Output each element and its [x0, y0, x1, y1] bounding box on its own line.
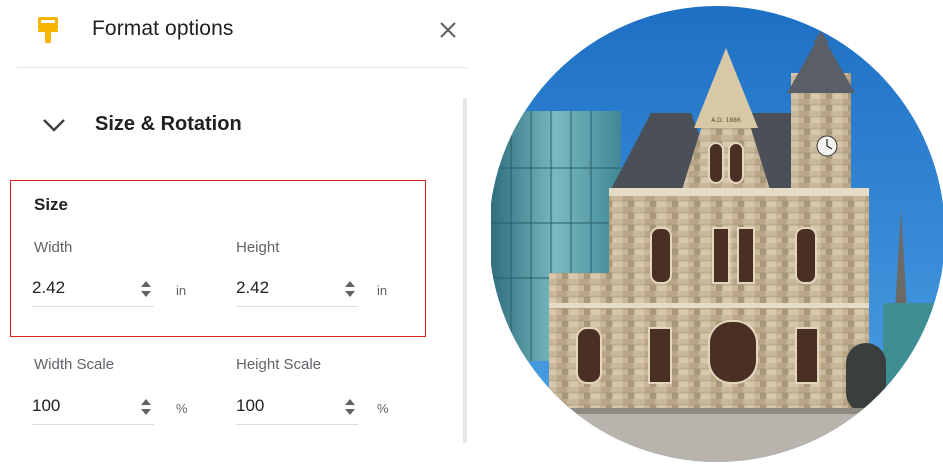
panel-header: Format options: [0, 0, 475, 60]
scrollbar[interactable]: [463, 98, 467, 443]
height-scale-value: 100: [236, 396, 265, 415]
building-photo: A.D. 1886: [491, 6, 943, 462]
size-highlight-box: [10, 180, 426, 337]
width-scale-field[interactable]: 100: [32, 395, 154, 425]
paintbrush-icon: [38, 17, 58, 43]
chevron-down-icon: [43, 119, 65, 132]
width-field[interactable]: 2.42: [32, 277, 154, 307]
height-value: 2.42: [236, 278, 270, 297]
svg-text:A.D. 1886: A.D. 1886: [711, 117, 741, 124]
section-title: Size & Rotation: [95, 113, 242, 135]
height-scale-stepper-icon[interactable]: [344, 398, 356, 416]
panel-title: Format options: [92, 17, 234, 40]
height-label: Height: [236, 239, 280, 256]
close-icon[interactable]: [437, 19, 459, 41]
height-scale-label: Height Scale: [236, 356, 322, 373]
width-unit: in: [176, 283, 187, 298]
width-stepper-icon[interactable]: [140, 280, 152, 298]
height-unit: in: [377, 283, 388, 298]
width-scale-unit: %: [176, 401, 188, 416]
width-scale-value: 100: [32, 396, 61, 415]
width-label: Width: [34, 239, 73, 256]
height-scale-field[interactable]: 100: [236, 395, 358, 425]
header-divider: [17, 67, 467, 68]
height-scale-unit: %: [377, 401, 389, 416]
height-stepper-icon[interactable]: [344, 280, 356, 298]
width-value: 2.42: [32, 278, 66, 297]
width-scale-stepper-icon[interactable]: [140, 398, 152, 416]
width-scale-label: Width Scale: [34, 356, 115, 373]
size-group-label: Size: [34, 195, 69, 214]
size-rotation-section-toggle[interactable]: Size & Rotation: [32, 105, 332, 145]
format-options-panel: Format options Size & Rotation Size Widt…: [0, 0, 475, 465]
height-field[interactable]: 2.42: [236, 277, 358, 307]
